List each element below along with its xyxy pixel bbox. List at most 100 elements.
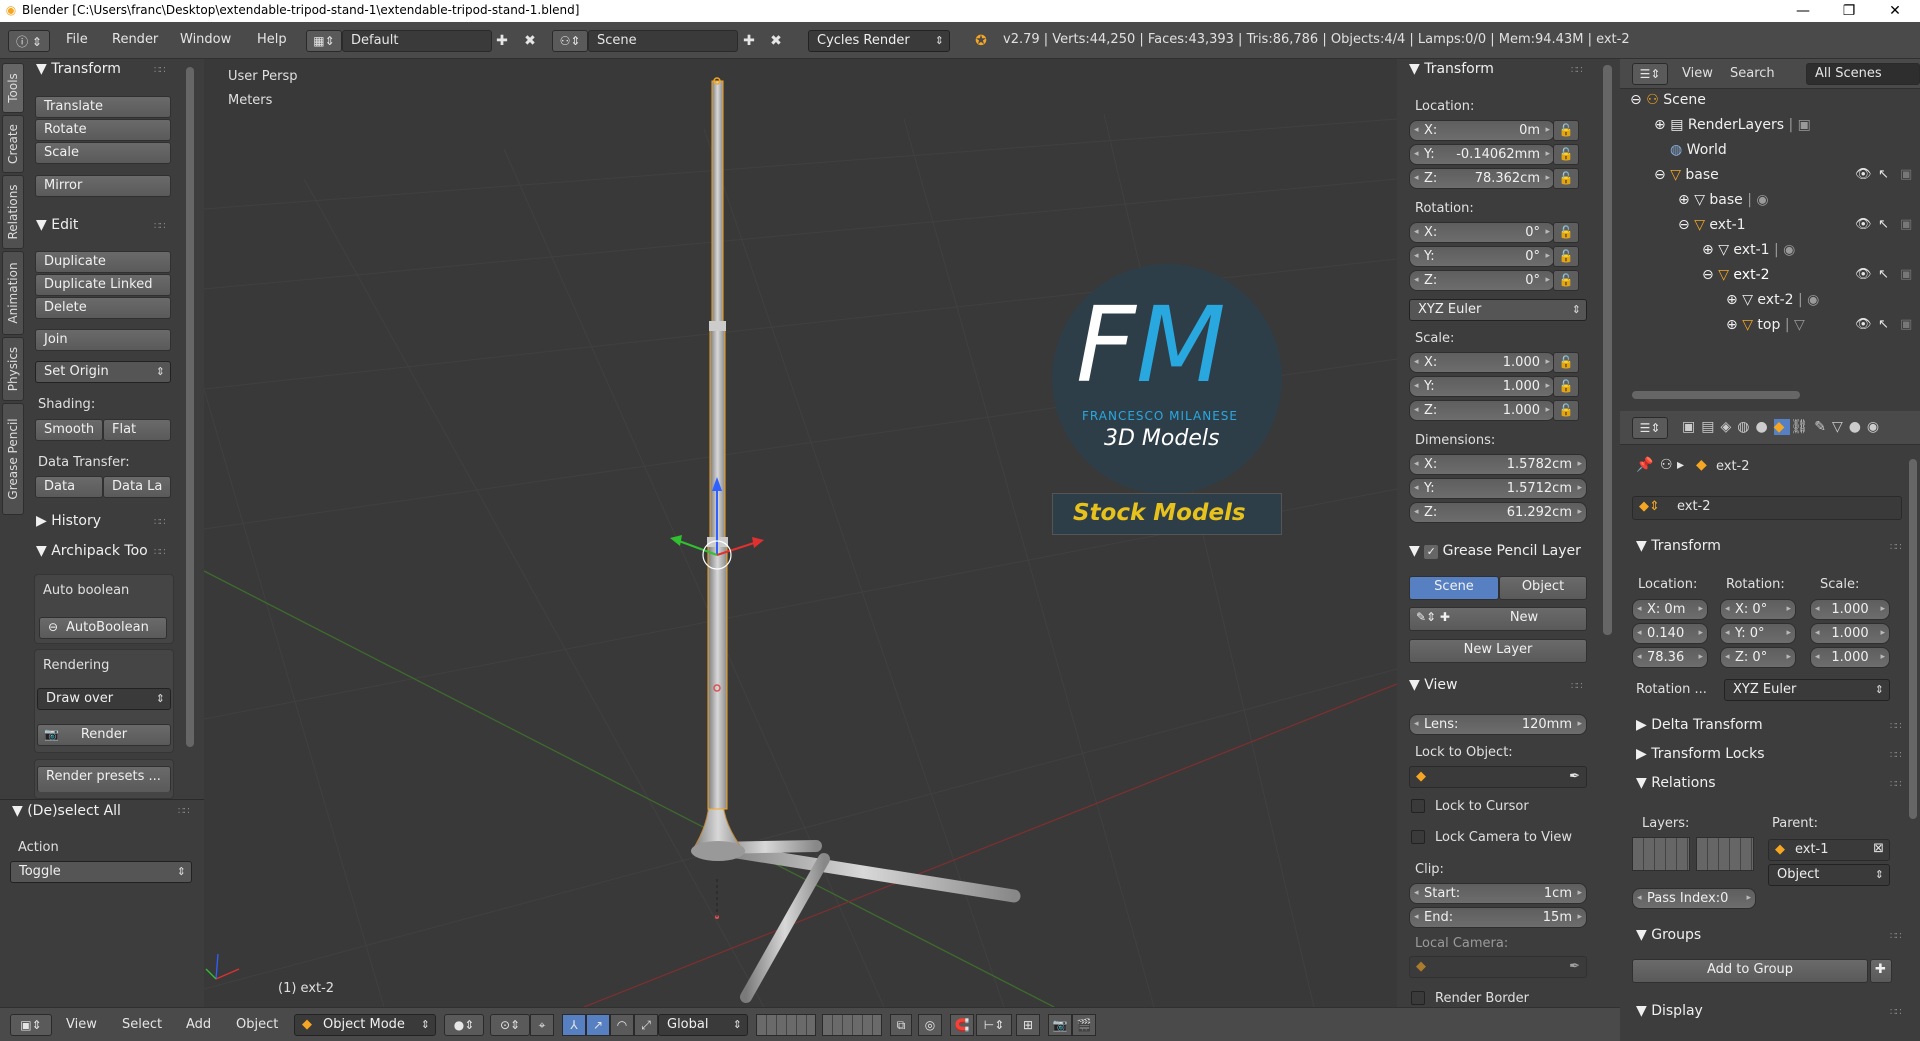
menu-select[interactable]: Select — [122, 1017, 162, 1032]
parent-type-select[interactable]: Object — [1768, 864, 1890, 886]
3d-viewport[interactable]: User Persp Meters (1) ext-2 F M FRANCESC… — [204, 59, 1397, 1007]
pin-icon[interactable]: 📌 — [1636, 457, 1653, 473]
outliner-h-scrollbar[interactable] — [1628, 389, 1918, 401]
selectability-cursor-icon[interactable]: ↖ — [1878, 217, 1889, 232]
tab-tools[interactable]: Tools — [2, 63, 24, 113]
shade-flat-button[interactable]: Flat — [103, 419, 171, 441]
renderability-camera-icon[interactable]: ▣ — [1900, 217, 1912, 232]
region-scrollbar[interactable] — [1597, 59, 1620, 1041]
outliner-view-menu[interactable]: View — [1682, 66, 1713, 81]
close-button[interactable]: ✕ — [1872, 0, 1918, 22]
props-scroll-thumb[interactable] — [1909, 459, 1917, 819]
rotation-mode-select[interactable]: XYZ Euler — [1409, 299, 1587, 321]
toolshelf-scroll-thumb[interactable] — [186, 67, 194, 747]
scale-manipulator-icon[interactable]: ⤢ — [634, 1014, 658, 1036]
layers-grid-left[interactable] — [1632, 837, 1690, 871]
location-x-field[interactable]: X:0m — [1409, 120, 1555, 141]
outliner-row-top[interactable]: ⊕ ▽ top | ▽ — [1726, 317, 1805, 333]
lens-field[interactable]: Lens:120mm — [1409, 714, 1587, 735]
relations-header[interactable]: ▼ Relations — [1636, 775, 1716, 791]
menu-file[interactable]: File — [66, 32, 88, 47]
lock-to-object-field[interactable]: ◆ ✒ — [1409, 766, 1587, 788]
shade-smooth-button[interactable]: Smooth — [35, 419, 103, 441]
dimension-z-field[interactable]: Z:61.292cm — [1409, 502, 1587, 523]
properties-editor-icon[interactable]: ☰⇕ — [1632, 417, 1668, 439]
grease-pencil-layer-header[interactable]: ▼ ✓ Grease Pencil Layer — [1409, 543, 1595, 559]
archipack-panel-header[interactable]: ▼ Archipack Too — [36, 543, 172, 559]
layer-buttons-left[interactable] — [756, 1014, 816, 1036]
local-camera-field[interactable]: ◆ ✒ — [1409, 956, 1587, 978]
layer-buttons-right[interactable] — [822, 1014, 882, 1036]
editor-type-3dview-icon[interactable]: ▣⇕ — [10, 1014, 52, 1036]
renderability-camera-icon[interactable]: ▣ — [1900, 267, 1912, 282]
tab-grease-pencil[interactable]: Grease Pencil — [2, 403, 24, 515]
outliner-row-world[interactable]: ◍ World — [1670, 142, 1727, 158]
menu-window[interactable]: Window — [180, 32, 231, 47]
rotation-z-field[interactable]: Z:0° — [1409, 270, 1555, 291]
visibility-eye-icon[interactable]: 👁 — [1855, 317, 1872, 332]
transform-locks-header[interactable]: ▶ Transform Locks — [1636, 746, 1765, 762]
screen-layout-field[interactable]: Default — [342, 30, 492, 52]
gp-new-layer-button[interactable]: New Layer — [1409, 639, 1587, 663]
npanel-scroll-thumb[interactable] — [1603, 65, 1612, 635]
auto-boolean-button[interactable]: ⊖ AutoBoolean — [39, 617, 167, 639]
selectability-cursor-icon[interactable]: ↖ — [1878, 267, 1889, 282]
editor-type-info-icon[interactable]: ⓘ ⇕ — [8, 30, 50, 52]
eyedropper-icon[interactable]: ✒ — [1569, 959, 1580, 974]
parent-field[interactable]: ◆ ext-1 ⊠ — [1768, 839, 1890, 861]
n-view-header[interactable]: ▼ View — [1409, 677, 1457, 693]
layer-lock-icon[interactable]: ⧉ — [890, 1014, 912, 1036]
clip-start-field[interactable]: Start:1cm — [1409, 883, 1587, 904]
minimize-button[interactable]: — — [1780, 0, 1826, 22]
rotation-x-field[interactable]: X:0° — [1409, 222, 1555, 243]
gp-new-button[interactable]: ✎⇕ ✚ New — [1409, 607, 1587, 631]
lock-icon[interactable]: 🔓 — [1553, 168, 1579, 189]
renderability-camera-icon[interactable]: ▣ — [1900, 317, 1912, 332]
scene-field[interactable]: Scene — [588, 30, 738, 52]
manipulate-center-icon[interactable]: ⌖ — [530, 1014, 554, 1036]
outliner-row-ext-1-mesh[interactable]: ⊕ ▽ ext-1 | ◉ — [1702, 242, 1795, 258]
clip-end-field[interactable]: End:15m — [1409, 907, 1587, 928]
add-to-group-button[interactable]: Add to Group — [1632, 959, 1868, 983]
layers-grid-right[interactable] — [1696, 837, 1754, 871]
eyedropper-icon[interactable]: ✒ — [1569, 769, 1580, 784]
draw-over-select[interactable]: Draw over — [37, 688, 171, 710]
lock-icon[interactable]: 🔓 — [1553, 400, 1579, 421]
rotate-button[interactable]: Rotate — [35, 119, 171, 141]
render-presets-button[interactable]: Render presets ... — [37, 766, 171, 792]
groups-header[interactable]: ▼ Groups — [1636, 927, 1701, 943]
gp-object-button[interactable]: Object — [1499, 576, 1587, 600]
selectability-cursor-icon[interactable]: ↖ — [1878, 317, 1889, 332]
props-scale-y[interactable]: 1.000 — [1810, 623, 1890, 644]
render-border-checkbox[interactable] — [1411, 991, 1425, 1005]
object-name-field[interactable]: ◆⇕ ext-2 — [1632, 496, 1902, 520]
opengl-render-animation-icon[interactable]: 🎬 — [1072, 1014, 1096, 1036]
manipulator-toggle-icon[interactable]: ⅄ — [562, 1014, 586, 1036]
props-loc-z[interactable]: 78.36 — [1632, 647, 1708, 668]
menu-render[interactable]: Render — [112, 32, 158, 47]
outliner-editor-icon[interactable]: ☰⇕ — [1632, 63, 1668, 85]
selectability-cursor-icon[interactable]: ↖ — [1878, 167, 1889, 182]
lock-icon[interactable]: 🔓 — [1553, 270, 1579, 291]
menu-object[interactable]: Object — [236, 1017, 278, 1032]
transform-orientation-select[interactable]: Global — [658, 1014, 748, 1036]
remove-scene-icon[interactable]: ✖ — [767, 32, 785, 50]
transform-panel-header[interactable]: ▼ Transform — [36, 61, 121, 77]
data-layout-button[interactable]: Data La — [103, 476, 171, 498]
props-rot-y[interactable]: Y: 0° — [1720, 623, 1796, 644]
props-loc-x[interactable]: X: 0m — [1632, 599, 1708, 620]
properties-context-tabs[interactable]: ▣▤◈◍●◆⛓✎▽●◉ — [1682, 419, 1885, 435]
render-engine-select[interactable]: Cycles Render — [808, 30, 950, 52]
lock-to-cursor-checkbox[interactable] — [1411, 799, 1425, 813]
outliner-row-ext-1[interactable]: ⊖ ▽ ext-1 — [1678, 217, 1746, 233]
n-transform-header[interactable]: ▼ Transform — [1409, 61, 1494, 77]
history-panel-header[interactable]: ▶ History — [36, 513, 101, 529]
lock-icon[interactable]: 🔓 — [1553, 222, 1579, 243]
outliner-h-scroll-thumb[interactable] — [1632, 391, 1800, 399]
scale-button[interactable]: Scale — [35, 142, 171, 164]
dimension-y-field[interactable]: Y:1.5712cm — [1409, 478, 1587, 499]
scale-x-field[interactable]: X:1.000 — [1409, 352, 1555, 373]
pass-index-field[interactable]: Pass Index:0 — [1632, 888, 1756, 909]
add-layout-icon[interactable]: ✚ — [493, 32, 511, 50]
visibility-eye-icon[interactable]: 👁 — [1855, 267, 1872, 282]
